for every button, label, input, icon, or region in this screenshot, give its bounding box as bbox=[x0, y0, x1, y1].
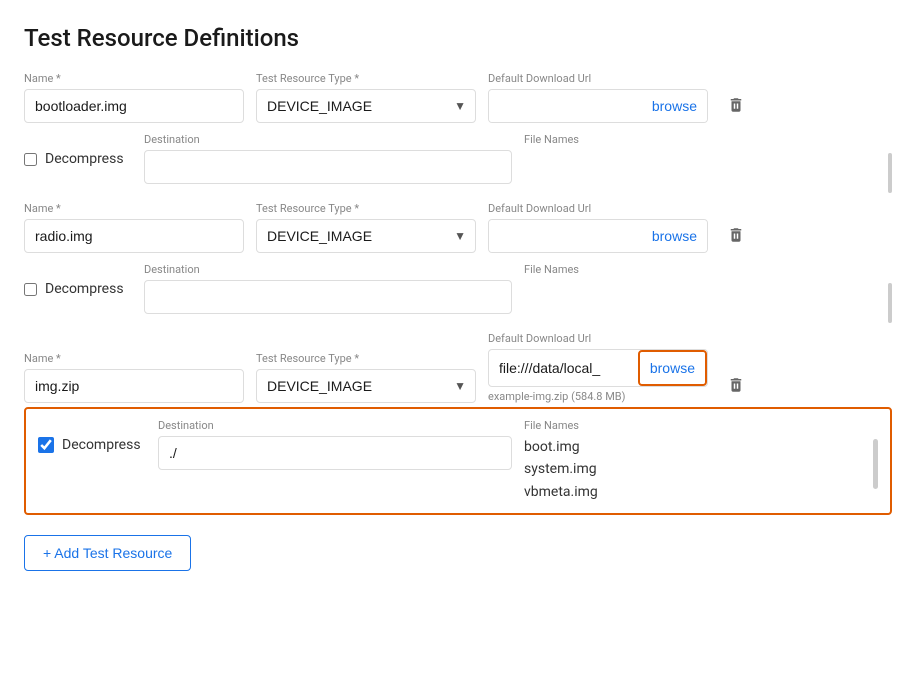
type-label-1: Test Resource Type * bbox=[256, 72, 476, 85]
dest-input-2[interactable] bbox=[144, 280, 512, 314]
resource-block-1: Name * Test Resource Type * DEVICE_IMAGE… bbox=[24, 72, 892, 190]
type-field-group-1: Test Resource Type * DEVICE_IMAGE TEST_A… bbox=[256, 72, 476, 123]
decompress-text-2: Decompress bbox=[45, 281, 124, 297]
url-label-2: Default Download Url bbox=[488, 202, 708, 215]
browse-button-3[interactable]: browse bbox=[638, 350, 707, 386]
type-field-group-2: Test Resource Type * DEVICE_IMAGE TEST_A… bbox=[256, 202, 476, 253]
scrollbar-3[interactable] bbox=[873, 439, 878, 489]
name-input-2[interactable] bbox=[24, 219, 244, 253]
decompress-checkbox-2[interactable] bbox=[24, 283, 37, 296]
url-input-row-3: browse bbox=[488, 349, 708, 387]
dest-input-1[interactable] bbox=[144, 150, 512, 184]
name-label-3: Name * bbox=[24, 352, 244, 365]
filenames-group-2: File Names bbox=[524, 263, 892, 280]
dest-group-2: Destination bbox=[144, 263, 512, 314]
delete-button-1[interactable] bbox=[720, 89, 752, 121]
decompress-label-3[interactable]: Decompress bbox=[38, 419, 158, 453]
decompress-checkbox-3[interactable] bbox=[38, 437, 54, 453]
type-select-wrapper-1: DEVICE_IMAGE TEST_APK CONFIG_FILE ▼ bbox=[256, 89, 476, 123]
resource-row-1: Name * Test Resource Type * DEVICE_IMAGE… bbox=[24, 72, 892, 123]
browse-button-2[interactable]: browse bbox=[642, 220, 707, 252]
delete-button-3[interactable] bbox=[720, 369, 752, 401]
scrollbar-1 bbox=[888, 153, 892, 193]
type-select-3[interactable]: DEVICE_IMAGE TEST_APK CONFIG_FILE bbox=[256, 369, 476, 403]
resource-row-3: Name * Test Resource Type * DEVICE_IMAGE… bbox=[24, 332, 892, 403]
url-input-2[interactable] bbox=[489, 220, 642, 252]
page-title: Test Resource Definitions bbox=[24, 24, 892, 52]
browse-button-1[interactable]: browse bbox=[642, 90, 707, 122]
name-input-1[interactable] bbox=[24, 89, 244, 123]
type-field-group-3: Test Resource Type * DEVICE_IMAGE TEST_A… bbox=[256, 352, 476, 403]
decompress-section-2: Decompress Destination File Names bbox=[24, 257, 892, 320]
file-hint-3: example-img.zip (584.8 MB) bbox=[488, 390, 708, 403]
type-select-wrapper-2: DEVICE_IMAGE TEST_APK CONFIG_FILE ▼ bbox=[256, 219, 476, 253]
scrollbar-2 bbox=[888, 283, 892, 323]
url-label-1: Default Download Url bbox=[488, 72, 708, 85]
filenames-group-1: File Names bbox=[524, 133, 892, 150]
name-label-2: Name * bbox=[24, 202, 244, 215]
decompress-label-1[interactable]: Decompress bbox=[24, 133, 144, 167]
name-field-group-3: Name * bbox=[24, 352, 244, 403]
resource-block-3: Name * Test Resource Type * DEVICE_IMAGE… bbox=[24, 332, 892, 515]
decompress-text-3: Decompress bbox=[62, 437, 141, 453]
delete-button-2[interactable] bbox=[720, 219, 752, 251]
name-label-1: Name * bbox=[24, 72, 244, 85]
dest-group-3: Destination bbox=[158, 419, 512, 470]
type-select-2[interactable]: DEVICE_IMAGE TEST_APK CONFIG_FILE bbox=[256, 219, 476, 253]
url-input-row-1: browse bbox=[488, 89, 708, 123]
url-field-wrap-2: Default Download Url browse bbox=[488, 202, 708, 253]
type-select-1[interactable]: DEVICE_IMAGE TEST_APK CONFIG_FILE bbox=[256, 89, 476, 123]
decompress-label-2[interactable]: Decompress bbox=[24, 263, 144, 297]
filenames-group-3: File Names boot.imgsystem.imgvbmeta.img bbox=[524, 419, 878, 503]
add-resource-button[interactable]: + Add Test Resource bbox=[24, 535, 191, 571]
url-field-wrap-3: Default Download Url browse example-img.… bbox=[488, 332, 708, 403]
dest-label-3: Destination bbox=[158, 419, 512, 432]
type-select-wrapper-3: DEVICE_IMAGE TEST_APK CONFIG_FILE ▼ bbox=[256, 369, 476, 403]
url-input-row-2: browse bbox=[488, 219, 708, 253]
type-label-2: Test Resource Type * bbox=[256, 202, 476, 215]
dest-label-1: Destination bbox=[144, 133, 512, 146]
resource-row-2: Name * Test Resource Type * DEVICE_IMAGE… bbox=[24, 202, 892, 253]
name-field-group-2: Name * bbox=[24, 202, 244, 253]
filenames-label-3: File Names bbox=[524, 419, 878, 432]
filenames-label-1: File Names bbox=[524, 133, 892, 146]
name-field-group-1: Name * bbox=[24, 72, 244, 123]
dest-label-2: Destination bbox=[144, 263, 512, 276]
name-input-3[interactable] bbox=[24, 369, 244, 403]
type-label-3: Test Resource Type * bbox=[256, 352, 476, 365]
decompress-text-1: Decompress bbox=[45, 151, 124, 167]
url-input-3[interactable] bbox=[489, 352, 638, 384]
url-input-1[interactable] bbox=[489, 90, 642, 122]
url-field-wrap-1: Default Download Url browse bbox=[488, 72, 708, 123]
dest-group-1: Destination bbox=[144, 133, 512, 184]
decompress-section-3: Decompress Destination File Names boot.i… bbox=[24, 407, 892, 515]
filenames-label-2: File Names bbox=[524, 263, 892, 276]
dest-input-3[interactable] bbox=[158, 436, 512, 470]
url-label-3: Default Download Url bbox=[488, 332, 708, 345]
resource-block-2: Name * Test Resource Type * DEVICE_IMAGE… bbox=[24, 202, 892, 320]
decompress-section-1: Decompress Destination File Names bbox=[24, 127, 892, 190]
decompress-checkbox-1[interactable] bbox=[24, 153, 37, 166]
filenames-text-3: boot.imgsystem.imgvbmeta.img bbox=[524, 436, 878, 503]
